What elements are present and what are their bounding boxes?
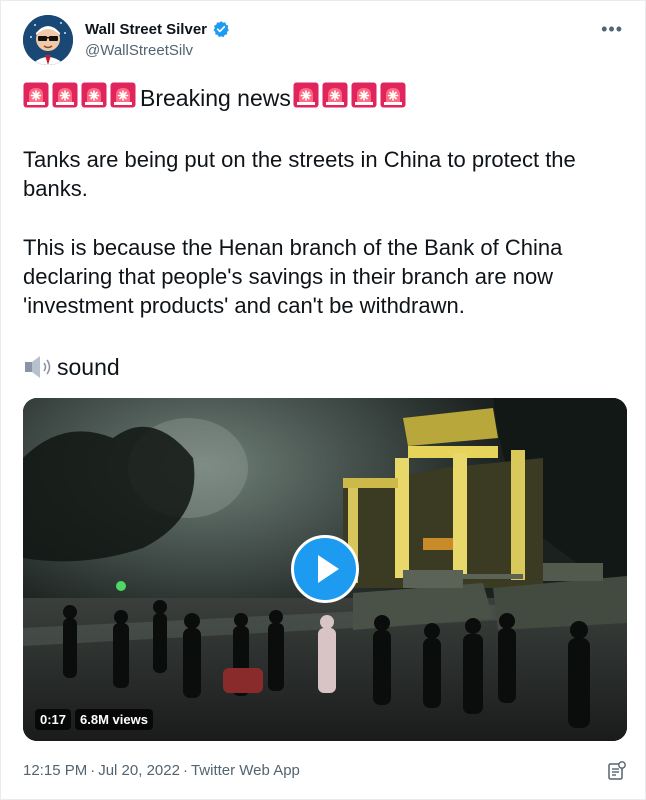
analytics-icon[interactable]	[607, 761, 627, 781]
sound-label: sound	[57, 353, 120, 380]
rotating-light-emoji-icon	[23, 82, 49, 108]
tweet-header: Wall Street Silver @WallStreetSilv •••	[23, 15, 631, 67]
tweet-source[interactable]: Twitter Web App	[191, 762, 300, 779]
tweet-paragraph-2: This is because the Henan branch of the …	[23, 235, 563, 318]
avatar[interactable]	[23, 15, 73, 65]
rotating-light-emoji-icon	[322, 82, 348, 108]
rotating-light-emoji-icon	[110, 82, 136, 108]
tweet-body: Breaking news Tanks are being put on the…	[23, 81, 627, 382]
speaker-icon	[25, 356, 51, 378]
tweet-date[interactable]: Jul 20, 2022	[98, 762, 180, 779]
headline-text: Breaking news	[140, 84, 291, 111]
play-triangle-icon	[318, 555, 339, 583]
author-display-name[interactable]: Wall Street Silver	[85, 21, 207, 38]
breaking-news-headline: Breaking news	[23, 81, 627, 115]
footer-separator: ·	[182, 762, 188, 779]
siren-group-before	[23, 82, 139, 114]
tweet-timestamp[interactable]: 12:15 PM · Jul 20, 2022 · Twitter Web App	[23, 762, 300, 779]
rotating-light-emoji-icon	[81, 82, 107, 108]
video-views: 6.8M views	[75, 709, 153, 730]
video-duration: 0:17	[35, 709, 72, 730]
tweet-card: Wall Street Silver @WallStreetSilv ••• B…	[0, 0, 646, 800]
author-handle[interactable]: @WallStreetSilv	[85, 42, 193, 59]
play-icon[interactable]	[291, 535, 359, 603]
verified-badge-icon	[213, 21, 229, 38]
footer-separator: ·	[90, 762, 96, 779]
sound-line: sound	[23, 352, 627, 382]
rotating-light-emoji-icon	[52, 82, 78, 108]
rotating-light-emoji-icon	[380, 82, 406, 108]
tweet-time[interactable]: 12:15 PM	[23, 762, 87, 779]
video-stats: 0:17 6.8M views	[35, 709, 153, 730]
wsb-guy-avatar-icon	[23, 15, 73, 65]
author-name-row[interactable]: Wall Street Silver	[85, 20, 230, 38]
siren-group-after	[293, 82, 409, 114]
rotating-light-emoji-icon	[293, 82, 319, 108]
rotating-light-emoji-icon	[351, 82, 377, 108]
tweet-paragraph-1: Tanks are being put on the streets in Ch…	[23, 147, 576, 201]
video-player[interactable]: 0:17 6.8M views	[23, 398, 627, 741]
more-options-icon[interactable]: •••	[601, 19, 623, 40]
